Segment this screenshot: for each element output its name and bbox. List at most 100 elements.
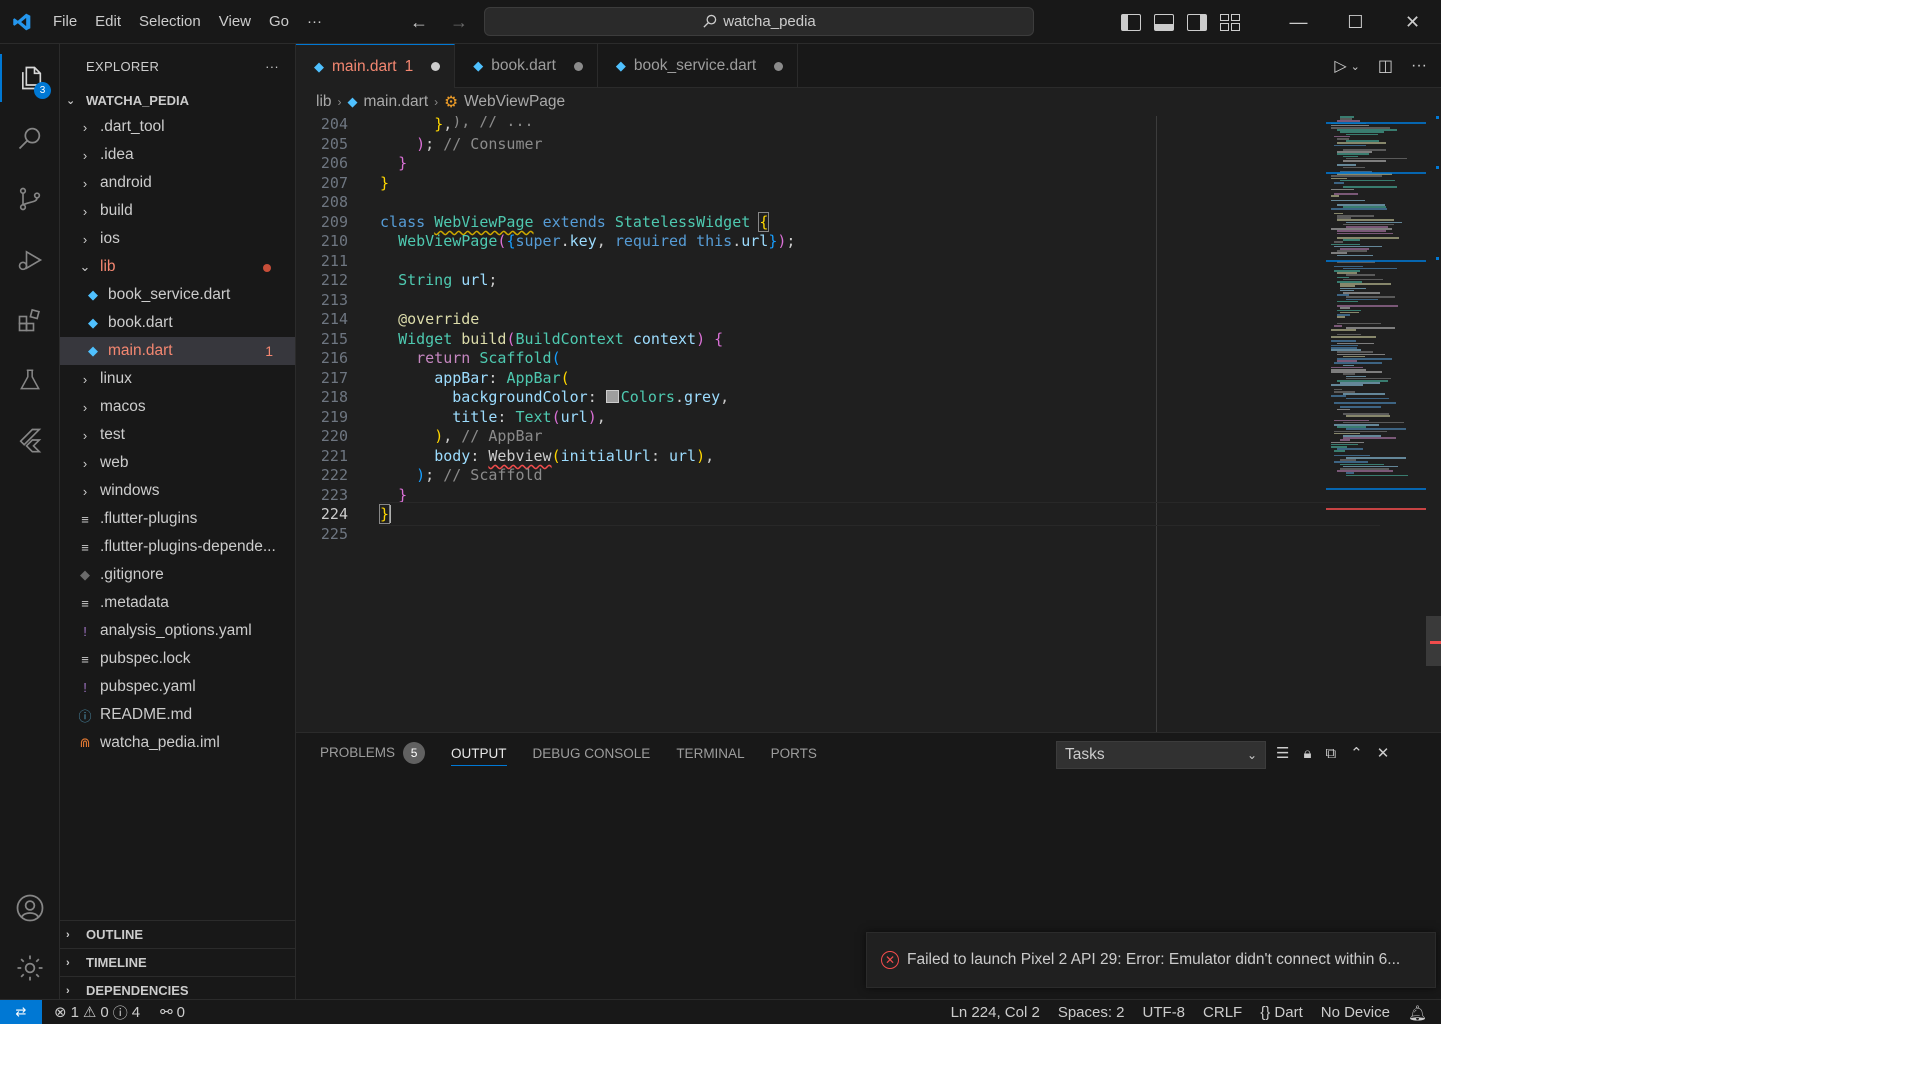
run-dropdown-icon[interactable]: ⌄ (1351, 60, 1360, 73)
source-control-icon[interactable] (0, 175, 60, 223)
tree-item-analysis-options-yaml[interactable]: ! analysis_options.yaml (60, 617, 295, 645)
panel-tab-ports[interactable]: PORTS (771, 746, 817, 761)
tree-item-ios[interactable]: › ios (60, 225, 295, 253)
line-ending[interactable]: CRLF (1203, 1004, 1242, 1021)
breadcrumb: lib › ◆ main.dart › ⚙ WebViewPage (296, 88, 1441, 116)
remote-indicator-icon[interactable]: ⇄ (0, 999, 42, 1024)
panel-tab-output[interactable]: OUTPUT (451, 746, 507, 766)
panel-tab-terminal[interactable]: TERMINAL (676, 746, 744, 761)
language-mode[interactable]: {} Dart (1260, 1004, 1303, 1021)
cursor-position[interactable]: Ln 224, Col 2 (951, 1004, 1040, 1021)
maximize-panel-icon[interactable]: ⌃ (1350, 744, 1363, 762)
toggle-secondary-sidebar-icon[interactable] (1187, 13, 1207, 31)
tree-item-flutter-plugins-depende[interactable]: ≡ .flutter-plugins-depende... (60, 533, 295, 561)
encoding[interactable]: UTF-8 (1143, 1004, 1186, 1021)
tree-item-book-service-dart[interactable]: ◆ book_service.dart (60, 281, 295, 309)
code-editor[interactable]: ), // ... 204 }, 205 ); // Consumer 206 … (296, 116, 1441, 732)
panel-tab-debug-console[interactable]: DEBUG CONSOLE (533, 746, 651, 761)
outline-section[interactable]: › OUTLINE (60, 920, 296, 948)
maximize-icon[interactable]: ☐ (1327, 0, 1384, 44)
tab-book-dart[interactable]: ◆ book.dart (455, 44, 598, 88)
menu-edit[interactable]: Edit (86, 13, 130, 30)
toggle-panel-icon[interactable] (1154, 13, 1174, 31)
editor-scrollbar[interactable] (1426, 116, 1441, 732)
breadcrumb-file[interactable]: main.dart (364, 93, 429, 111)
menu-go[interactable]: Go (260, 13, 298, 30)
unsaved-dot-icon[interactable] (431, 62, 441, 71)
tree-item-flutter-plugins[interactable]: ≡ .flutter-plugins (60, 505, 295, 533)
problems-status[interactable]: ⊗ 1 ⚠ 0 ⓘ 4 (54, 1002, 140, 1023)
breadcrumb-symbol[interactable]: WebViewPage (464, 93, 565, 111)
project-folder-header[interactable]: ⌄ WATCHA_PEDIA (60, 88, 295, 113)
open-in-editor-icon[interactable]: ⧉ (1325, 745, 1336, 762)
panel-tab-problems[interactable]: PROBLEMS 5 (320, 742, 426, 764)
split-editor-icon[interactable]: ◫ (1378, 56, 1393, 76)
toggle-primary-sidebar-icon[interactable] (1121, 13, 1141, 31)
tree-item-book-dart[interactable]: ◆ book.dart (60, 309, 295, 337)
tree-item-idea[interactable]: › .idea (60, 141, 295, 169)
clear-output-icon[interactable]: ☰ (1276, 744, 1289, 762)
device-selector[interactable]: No Device (1321, 1004, 1390, 1021)
run-icon[interactable]: ▷ (1334, 56, 1346, 76)
unsaved-dot-icon[interactable] (774, 61, 784, 71)
unsaved-dot-icon[interactable] (573, 61, 583, 71)
class-symbol-icon: ⚙ (444, 93, 459, 111)
timeline-section[interactable]: › TIMELINE (60, 948, 296, 976)
customize-layout-icon[interactable] (1220, 13, 1240, 31)
explorer-icon[interactable]: 3 (0, 54, 60, 102)
back-arrow-icon[interactable]: ← (410, 12, 428, 33)
menu-more-icon[interactable]: ··· (298, 13, 331, 30)
tree-item-label: lib (100, 258, 116, 275)
tab-book-service-dart[interactable]: ◆ book_service.dart (598, 44, 799, 88)
explorer-more-icon[interactable]: ··· (265, 59, 279, 74)
dart-file-icon: ◆ (314, 58, 324, 74)
tab-main-dart[interactable]: ◆ main.dart 1 (296, 44, 456, 88)
ports-status[interactable]: ⚯ 0 (160, 1003, 185, 1022)
close-panel-icon[interactable]: ✕ (1377, 744, 1390, 762)
manage-gear-icon[interactable] (0, 944, 60, 992)
minimap[interactable] (1326, 116, 1426, 732)
notifications-bell-icon[interactable]: 🔔︎ (1408, 1004, 1427, 1022)
tree-item-watcha-pedia-iml[interactable]: ⋒ watcha_pedia.iml (60, 729, 295, 757)
forward-arrow-icon[interactable]: → (450, 12, 468, 33)
output-channel-select[interactable]: Tasks ⌄ (1056, 741, 1266, 769)
tree-item-main-dart[interactable]: ◆ main.dart 1 (60, 337, 295, 365)
tree-item-label: README.md (100, 706, 193, 723)
tree-item-windows[interactable]: › windows (60, 477, 295, 505)
editor-more-icon[interactable]: ··· (1411, 57, 1427, 75)
tree-item-dart-tool[interactable]: › .dart_tool (60, 113, 295, 141)
run-debug-icon[interactable] (0, 236, 60, 284)
tree-item-pubspec-yaml[interactable]: ! pubspec.yaml (60, 673, 295, 701)
tree-item-macos[interactable]: › macos (60, 393, 295, 421)
indentation[interactable]: Spaces: 2 (1058, 1004, 1125, 1021)
tree-item-test[interactable]: › test (60, 421, 295, 449)
error-notification[interactable]: ✕ Failed to launch Pixel 2 API 29: Error… (866, 932, 1436, 988)
tree-item-metadata[interactable]: ≡ .metadata (60, 589, 295, 617)
menu-selection[interactable]: Selection (130, 13, 210, 30)
tree-item-gitignore[interactable]: ◆ .gitignore (60, 561, 295, 589)
lock-scroll-icon[interactable]: 🔒︎ (1303, 745, 1311, 762)
info-count: 4 (131, 1003, 141, 1021)
extensions-icon[interactable] (0, 296, 60, 344)
tree-item-build[interactable]: › build (60, 197, 295, 225)
minimap-line (1343, 393, 1385, 395)
minimap-line (1331, 199, 1365, 202)
minimap-line (1343, 437, 1396, 439)
menu-file[interactable]: File (44, 13, 86, 30)
accounts-icon[interactable] (0, 884, 60, 932)
color-swatch[interactable] (605, 390, 619, 403)
search-icon[interactable] (0, 114, 60, 162)
minimize-icon[interactable]: — (1270, 0, 1327, 44)
tree-item-linux[interactable]: › linux (60, 365, 295, 393)
tree-item-readme-md[interactable]: ⓘ README.md (60, 701, 295, 729)
tree-item-lib[interactable]: ⌄ lib (60, 253, 295, 281)
menu-view[interactable]: View (210, 13, 260, 30)
flutter-icon[interactable] (0, 416, 60, 464)
tree-item-web[interactable]: › web (60, 449, 295, 477)
testing-icon[interactable] (0, 356, 60, 404)
command-center-search[interactable]: watcha_pedia (484, 7, 1034, 36)
breadcrumb-lib[interactable]: lib (316, 93, 332, 111)
tree-item-android[interactable]: › android (60, 169, 295, 197)
close-icon[interactable]: ✕ (1384, 0, 1441, 44)
tree-item-pubspec-lock[interactable]: ≡ pubspec.lock (60, 645, 295, 673)
